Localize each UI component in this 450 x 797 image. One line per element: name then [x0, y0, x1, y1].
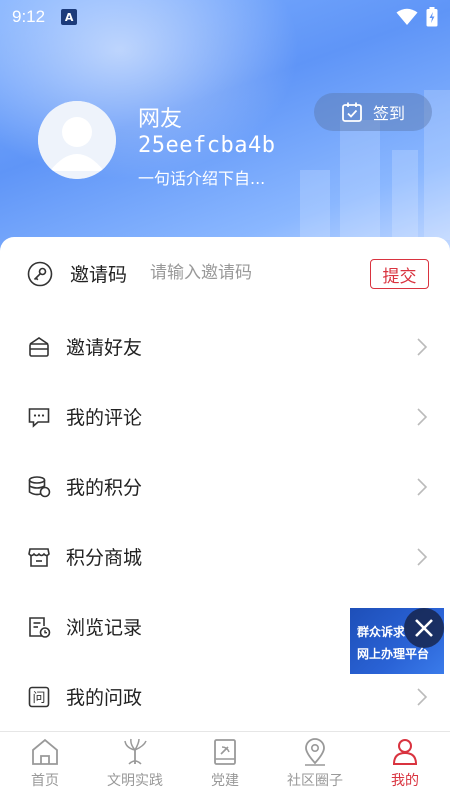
menu-item-my-points[interactable]: 我的积分: [0, 452, 450, 522]
menu-item-label: 我的评论: [66, 407, 143, 429]
location-pin-icon: [305, 738, 325, 766]
avatar[interactable]: [38, 101, 116, 179]
tab-label: 文明实践: [107, 773, 163, 789]
chevron-right-icon: [417, 548, 428, 566]
invite-code-label: 邀请码: [70, 264, 128, 286]
wifi-icon: [396, 8, 418, 25]
checkin-label: 签到: [372, 104, 405, 123]
chevron-right-icon: [417, 338, 428, 356]
status-bar: 9:12 A: [0, 0, 450, 34]
menu-item-label: 我的问政: [66, 687, 143, 709]
invite-envelope-icon: [29, 337, 49, 357]
tab-home[interactable]: 首页: [0, 732, 90, 797]
status-time: 9:12: [12, 7, 46, 26]
banner-line2: 网上办理平台: [357, 647, 430, 661]
banner-line1: 群众诉求: [357, 625, 406, 639]
inquiry-icon: 问: [28, 686, 50, 708]
svg-text:问: 问: [32, 691, 45, 706]
profile-header: 9:12 A 网友 25eefcba4b 一句话介绍下自... 签到: [0, 0, 450, 270]
chevron-right-icon: [417, 408, 428, 426]
skyline-decoration: [340, 120, 380, 240]
default-avatar-icon: [38, 101, 116, 179]
skyline-decoration: [392, 150, 418, 240]
bottom-tab-bar: 首页 文明实践 党建 社区圈子 我的: [0, 731, 450, 797]
key-icon: [27, 261, 53, 287]
menu-item-label: 积分商城: [66, 547, 143, 569]
tab-community[interactable]: 社区圈子: [270, 732, 360, 797]
menu-item-label: 邀请好友: [66, 337, 143, 359]
tab-label: 社区圈子: [287, 773, 343, 789]
store-icon: [28, 548, 50, 567]
menu-item-invite-friends[interactable]: 邀请好友: [0, 312, 450, 382]
battery-icon: [426, 7, 438, 27]
person-icon: [392, 739, 418, 765]
banner-close-button[interactable]: [404, 608, 444, 648]
civilization-icon: [124, 738, 147, 765]
invite-code-row: 邀请码 提交: [0, 237, 450, 311]
calendar-check-icon: [342, 102, 362, 122]
tab-label: 我的: [391, 773, 419, 789]
tab-label: 党建: [211, 773, 239, 789]
coins-icon: [28, 476, 51, 498]
menu-item-label: 浏览记录: [66, 617, 143, 639]
tab-label: 首页: [31, 773, 59, 789]
skyline-decoration: [300, 170, 330, 240]
notification-badge: A: [61, 9, 78, 25]
comment-icon: [28, 408, 50, 428]
tab-mine[interactable]: 我的: [360, 732, 450, 797]
user-name[interactable]: 网友: [138, 101, 182, 133]
menu-item-my-comments[interactable]: 我的评论: [0, 382, 450, 452]
party-book-icon: [214, 739, 236, 765]
user-id: 25eefcba4b: [138, 133, 276, 158]
menu-item-label: 我的积分: [66, 477, 143, 499]
close-icon: [415, 619, 433, 637]
submit-button[interactable]: 提交: [370, 259, 429, 289]
history-icon: [29, 617, 51, 638]
user-bio[interactable]: 一句话介绍下自...: [138, 165, 265, 189]
menu-item-points-mall[interactable]: 积分商城: [0, 522, 450, 592]
invite-code-input[interactable]: [150, 258, 360, 288]
checkin-button[interactable]: 签到: [314, 93, 432, 131]
chevron-right-icon: [417, 688, 428, 706]
chevron-right-icon: [417, 478, 428, 496]
tab-civilization[interactable]: 文明实践: [90, 732, 180, 797]
tab-party-building[interactable]: 党建: [180, 732, 270, 797]
home-icon: [32, 738, 58, 765]
